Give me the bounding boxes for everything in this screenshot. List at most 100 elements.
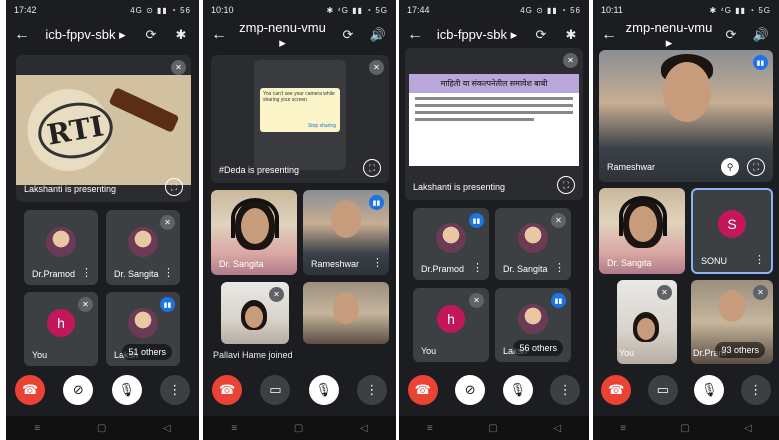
participant-tile[interactable] <box>303 282 389 344</box>
meeting-code[interactable]: icb-fppv-sbk ▸ <box>38 27 133 43</box>
participant-tile[interactable]: S SONU ⋮ <box>691 188 773 274</box>
more-options-button[interactable]: ⋮ <box>356 375 387 405</box>
more-options-icon[interactable]: ⋮ <box>372 256 383 269</box>
home-icon[interactable]: ▢ <box>488 423 497 434</box>
participant-tile[interactable]: ▮▮ Laksh 51 others <box>106 292 180 366</box>
fullscreen-icon[interactable]: ⛶ <box>363 159 381 177</box>
back-arrow-icon[interactable]: ← <box>209 26 229 44</box>
mic-off-button[interactable]: 🎙 <box>694 375 725 405</box>
end-call-button[interactable]: ☎ <box>212 375 243 405</box>
headset-icon <box>231 198 279 238</box>
bluetooth-audio-icon[interactable]: ✱ <box>559 27 583 43</box>
speaker-icon[interactable]: 🔊 <box>366 27 390 43</box>
more-options-button[interactable]: ⋮ <box>159 375 190 405</box>
main-speaker-tile[interactable]: ▮▮ Rameshwar ⚲ ⛶ <box>599 50 773 182</box>
speaker-icon[interactable]: 🔊 <box>749 27 773 43</box>
participant-tile[interactable]: ✕ <box>221 282 289 344</box>
status-icons: ✱ ⁴G ▮▮ ◔ 5G <box>326 5 388 15</box>
recents-icon[interactable]: ≡ <box>427 423 433 434</box>
status-bar: 17:42 4G ⊙ ▮▮ ◔ 56 <box>6 0 199 20</box>
avatar <box>518 223 548 254</box>
participant-tile[interactable]: ✕ Dr. Sangita ⋮ <box>106 210 180 285</box>
switch-camera-icon[interactable]: ⟳ <box>529 27 553 43</box>
others-count[interactable]: 93 others <box>715 342 765 358</box>
participant-name: SONU <box>701 256 728 266</box>
meeting-code[interactable]: zmp-nenu-vmu ▸ <box>625 20 713 51</box>
back-arrow-icon[interactable]: ← <box>405 26 425 44</box>
mic-off-button[interactable]: 🎙 <box>308 375 339 405</box>
status-time: 17:42 <box>14 5 37 15</box>
home-icon[interactable]: ▢ <box>97 423 106 434</box>
status-icons: 4G ⊙ ▮▮ ◔ 56 <box>130 5 191 15</box>
participant-tile[interactable]: ✕ Dr.Pram 93 others <box>691 280 773 364</box>
fullscreen-icon[interactable]: ⛶ <box>747 158 765 176</box>
avatar <box>46 226 76 257</box>
more-options-button[interactable]: ⋮ <box>550 375 581 405</box>
back-icon[interactable]: ◁ <box>360 423 368 434</box>
back-arrow-icon[interactable]: ← <box>599 26 619 44</box>
status-bar: 10:10 ✱ ⁴G ▮▮ ◔ 5G <box>203 0 396 20</box>
recents-icon[interactable]: ≡ <box>34 423 40 434</box>
meeting-code[interactable]: icb-fppv-sbk ▸ <box>431 27 523 43</box>
participant-tile[interactable]: ✕ You <box>617 280 677 364</box>
switch-camera-icon[interactable]: ⟳ <box>336 27 360 43</box>
presentation-tile[interactable]: You can't see your camera while sharing … <box>211 55 389 183</box>
bluetooth-audio-icon[interactable]: ✱ <box>169 27 193 43</box>
participant-tile[interactable]: ✕ Dr. Sangita ⋮ <box>495 208 571 280</box>
participant-tile[interactable]: ▮▮ Rameshwar ⋮ <box>303 190 389 275</box>
more-options-icon[interactable]: ⋮ <box>472 261 483 274</box>
mic-off-icon: ✕ <box>563 53 578 68</box>
recents-icon[interactable]: ≡ <box>231 423 237 434</box>
mic-off-icon: ✕ <box>551 213 566 228</box>
home-icon[interactable]: ▢ <box>294 423 303 434</box>
mic-off-button[interactable]: 🎙 <box>111 375 142 405</box>
others-count[interactable]: 51 others <box>122 344 172 360</box>
mic-off-icon: ✕ <box>160 215 175 230</box>
fullscreen-icon[interactable]: ⛶ <box>165 178 183 196</box>
pin-icon[interactable]: ⚲ <box>721 158 739 176</box>
fullscreen-icon[interactable]: ⛶ <box>557 176 575 194</box>
camera-off-button[interactable]: ⊘ <box>63 375 94 405</box>
android-nav-bar: ≡ ▢ ◁ <box>203 416 396 440</box>
android-nav-bar: ≡ ▢ ◁ <box>399 416 589 440</box>
back-icon[interactable]: ◁ <box>744 423 752 434</box>
more-options-icon[interactable]: ⋮ <box>554 261 565 274</box>
more-options-icon[interactable]: ⋮ <box>163 266 174 279</box>
participant-tile[interactable]: Dr. Sangita <box>211 190 297 275</box>
presentation-tile[interactable]: माहिती या संकल्पनेतील समावेश बाबी ✕ Laks… <box>405 48 583 200</box>
more-options-button[interactable]: ⋮ <box>740 375 771 405</box>
others-count[interactable]: 56 others <box>513 340 563 356</box>
participant-name: You <box>619 348 635 358</box>
participant-tile[interactable]: h ✕ You <box>24 292 98 366</box>
more-options-icon[interactable]: ⋮ <box>754 253 765 266</box>
switch-camera-icon[interactable]: ⟳ <box>139 27 163 43</box>
recents-icon[interactable]: ≡ <box>620 423 626 434</box>
back-icon[interactable]: ◁ <box>163 423 171 434</box>
participant-tile[interactable]: Dr. Sangita <box>599 188 685 274</box>
back-icon[interactable]: ◁ <box>553 423 561 434</box>
participant-tile[interactable]: ▮▮ Laksh 56 others <box>495 288 571 362</box>
person-face <box>245 306 263 328</box>
participant-tile[interactable]: Dr.Pramod ⋮ <box>24 210 98 285</box>
mic-off-button[interactable]: 🎙 <box>502 375 533 405</box>
camera-button[interactable]: ▭ <box>260 375 291 405</box>
participant-name: Rameshwar <box>311 259 360 269</box>
presentation-tile[interactable]: RTI ✕ Lakshanti is presenting ⛶ <box>16 55 191 202</box>
end-call-button[interactable]: ☎ <box>407 375 438 405</box>
participant-tile[interactable]: ▮▮ Dr.Pramod ⋮ <box>413 208 489 280</box>
avatar: h <box>47 309 75 338</box>
status-icons: 4G ⊙ ▮▮ ◔ 56 <box>520 5 581 15</box>
gavel-icon <box>108 87 180 133</box>
status-bar: 10:11 ✱ ⁴G ▮▮ ◔ 5G <box>593 0 779 20</box>
camera-button[interactable]: ▭ <box>647 375 678 405</box>
meeting-code[interactable]: zmp-nenu-vmu ▸ <box>235 20 330 51</box>
avatar <box>436 223 466 254</box>
participant-tile[interactable]: h ✕ You <box>413 288 489 362</box>
switch-camera-icon[interactable]: ⟳ <box>719 27 743 43</box>
home-icon[interactable]: ▢ <box>680 423 689 434</box>
more-options-icon[interactable]: ⋮ <box>81 266 92 279</box>
back-arrow-icon[interactable]: ← <box>12 26 32 44</box>
end-call-button[interactable]: ☎ <box>601 375 632 405</box>
camera-off-button[interactable]: ⊘ <box>455 375 486 405</box>
end-call-button[interactable]: ☎ <box>15 375 46 405</box>
